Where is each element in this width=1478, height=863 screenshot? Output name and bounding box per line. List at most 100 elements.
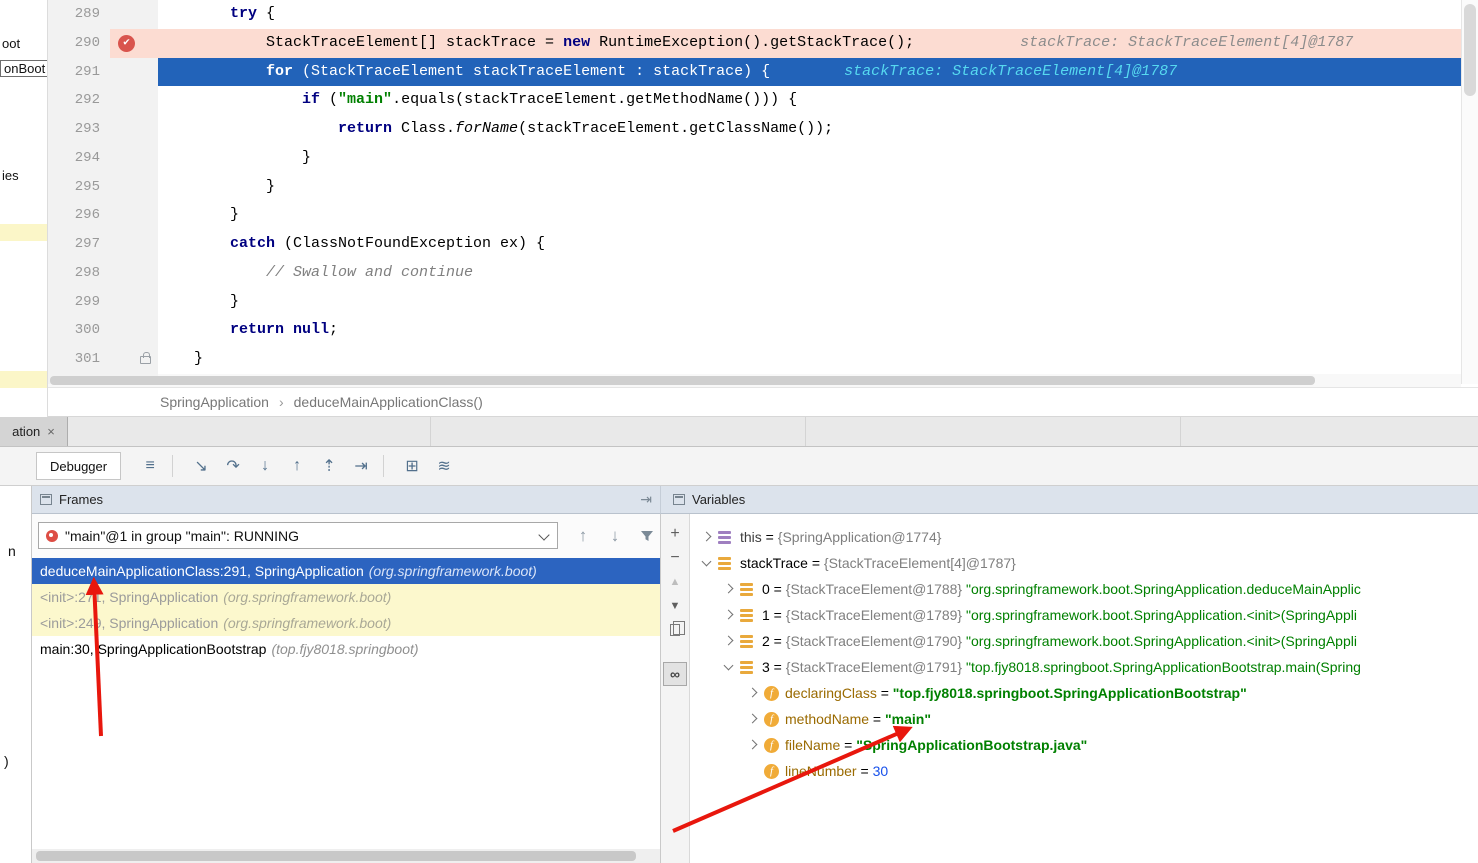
previous-frame-icon[interactable]: ↑ (570, 524, 596, 548)
line-number[interactable]: 293 (48, 115, 110, 144)
chevron-collapsed-icon[interactable] (746, 712, 760, 726)
gutter-cell[interactable] (110, 173, 158, 202)
code-line[interactable]: 291for (StackTraceElement stackTraceElem… (48, 58, 1461, 87)
next-frame-icon[interactable]: ↓ (602, 524, 628, 548)
run-to-cursor-icon[interactable]: ⇥ (348, 453, 374, 479)
frame-row[interactable]: deduceMainApplicationClass:291, SpringAp… (32, 558, 660, 584)
frames-panel: "main"@1 in group "main": RUNNING ↑ ↓ de… (32, 514, 660, 863)
variable-row[interactable]: fmethodName = "main" (690, 706, 1478, 732)
evaluate-expression-icon[interactable]: ⊞ (399, 453, 425, 479)
column-divider (1180, 417, 1181, 446)
variable-row[interactable]: ffileName = "SpringApplicationBootstrap.… (690, 732, 1478, 758)
variable-text: lineNumber (785, 763, 857, 779)
variable-row[interactable]: flineNumber = 30 (690, 758, 1478, 784)
line-number[interactable]: 294 (48, 144, 110, 173)
code-segment: } (230, 206, 239, 223)
variable-row[interactable]: 0 = {StackTraceElement@1788} "org.spring… (690, 576, 1478, 602)
line-number[interactable]: 298 (48, 259, 110, 288)
code-text: } (158, 201, 1461, 230)
chevron-collapsed-icon[interactable] (722, 608, 736, 622)
editor-horizontal-scrollbar-thumb[interactable] (50, 376, 1315, 385)
breadcrumb-class[interactable]: SpringApplication (160, 394, 269, 410)
code-line[interactable]: 301} (48, 345, 1461, 374)
move-up-icon[interactable]: ▲ (662, 570, 688, 594)
code-line[interactable]: 289try { (48, 0, 1461, 29)
code-line[interactable]: 293return Class.forName(stackTraceElemen… (48, 115, 1461, 144)
variable-row[interactable]: this = {SpringApplication@1774} (690, 524, 1478, 550)
gutter-cell[interactable] (110, 230, 158, 259)
hide-panel-icon[interactable]: ⇥ (640, 491, 652, 508)
code-line[interactable]: 295} (48, 173, 1461, 202)
frames-horizontal-scrollbar-thumb[interactable] (36, 851, 636, 861)
chevron-expanded-icon[interactable] (700, 556, 714, 570)
frame-row[interactable]: <init>:271, SpringApplication(org.spring… (32, 584, 660, 610)
gutter-cell[interactable] (110, 345, 158, 374)
gutter-cell[interactable] (110, 259, 158, 288)
code-segment (284, 321, 293, 338)
drop-frame-icon[interactable]: ⇡ (316, 453, 342, 479)
variable-row[interactable]: 2 = {StackTraceElement@1790} "org.spring… (690, 628, 1478, 654)
line-number[interactable]: 301 (48, 345, 110, 374)
chevron-collapsed-icon[interactable] (722, 582, 736, 596)
variable-row[interactable]: fdeclaringClass = "top.fjy8018.springboo… (690, 680, 1478, 706)
thread-selector-dropdown[interactable]: "main"@1 in group "main": RUNNING (38, 522, 558, 549)
step-out-icon[interactable]: ↑ (284, 453, 310, 479)
code-line[interactable]: 294} (48, 144, 1461, 173)
gutter-cell[interactable] (110, 316, 158, 345)
gutter-cell[interactable] (110, 115, 158, 144)
add-watch-icon[interactable]: + (662, 522, 688, 546)
chevron-collapsed-icon[interactable] (746, 686, 760, 700)
gutter-cell[interactable] (110, 288, 158, 317)
line-number[interactable]: 296 (48, 201, 110, 230)
breadcrumb-method[interactable]: deduceMainApplicationClass() (294, 394, 483, 410)
chevron-expanded-icon[interactable] (722, 660, 736, 674)
close-tab-icon[interactable]: × (47, 424, 55, 439)
show-referring-objects-icon[interactable]: ∞ (663, 662, 687, 686)
layout-settings-icon[interactable]: ≡ (137, 453, 163, 479)
line-number[interactable]: 292 (48, 86, 110, 115)
chevron-collapsed-icon[interactable] (746, 738, 760, 752)
frame-row[interactable]: <init>:249, SpringApplication(org.spring… (32, 610, 660, 636)
gutter-cell[interactable] (110, 0, 158, 29)
code-line[interactable]: 299} (48, 288, 1461, 317)
step-into-icon[interactable]: ↓ (252, 453, 278, 479)
line-number[interactable]: 300 (48, 316, 110, 345)
show-execution-point-icon[interactable]: ↘ (188, 453, 214, 479)
variable-text: {StackTraceElement@1791} (786, 659, 966, 675)
move-down-icon[interactable]: ▼ (662, 594, 688, 618)
code-line[interactable]: 300return null; (48, 316, 1461, 345)
line-number[interactable]: 289 (48, 0, 110, 29)
variable-row[interactable]: 1 = {StackTraceElement@1789} "org.spring… (690, 602, 1478, 628)
mute-renderers-icon[interactable]: ≋ (431, 453, 457, 479)
duplicate-watch-icon[interactable] (662, 618, 688, 642)
line-number[interactable]: 297 (48, 230, 110, 259)
editor-vertical-scrollbar-thumb[interactable] (1464, 4, 1476, 96)
line-number[interactable]: 291 (48, 58, 110, 87)
variable-text: stackTrace (740, 555, 808, 571)
breakpoint-icon[interactable]: ✔ (118, 35, 135, 52)
variable-row[interactable]: 3 = {StackTraceElement@1791} "top.fjy801… (690, 654, 1478, 680)
run-config-tab[interactable]: ation × (0, 417, 68, 446)
code-line[interactable]: 290✔StackTraceElement[] stackTrace = new… (48, 29, 1461, 58)
gutter-cell[interactable] (110, 86, 158, 115)
line-number[interactable]: 290 (48, 29, 110, 58)
chevron-collapsed-icon[interactable] (700, 530, 714, 544)
gutter-cell[interactable] (110, 144, 158, 173)
gutter-cell[interactable] (110, 201, 158, 230)
step-over-icon[interactable]: ↷ (220, 453, 246, 479)
variable-row[interactable]: stackTrace = {StackTraceElement[4]@1787} (690, 550, 1478, 576)
gutter-cell[interactable] (110, 58, 158, 87)
gutter-cell[interactable]: ✔ (110, 29, 158, 58)
frame-row[interactable]: main:30, SpringApplicationBootstrap(top.… (32, 636, 660, 662)
filter-frames-icon[interactable] (634, 524, 660, 548)
code-line[interactable]: 296} (48, 201, 1461, 230)
chevron-collapsed-icon[interactable] (722, 634, 736, 648)
code-line[interactable]: 298// Swallow and continue (48, 259, 1461, 288)
line-number[interactable]: 299 (48, 288, 110, 317)
code-line[interactable]: 297catch (ClassNotFoundException ex) { (48, 230, 1461, 259)
code-editor[interactable]: 289try {290✔StackTraceElement[] stackTra… (48, 0, 1461, 384)
tab-debugger[interactable]: Debugger (36, 452, 121, 480)
line-number[interactable]: 295 (48, 173, 110, 202)
remove-watch-icon[interactable]: − (662, 546, 688, 570)
code-line[interactable]: 292if ("main".equals(stackTraceElement.g… (48, 86, 1461, 115)
